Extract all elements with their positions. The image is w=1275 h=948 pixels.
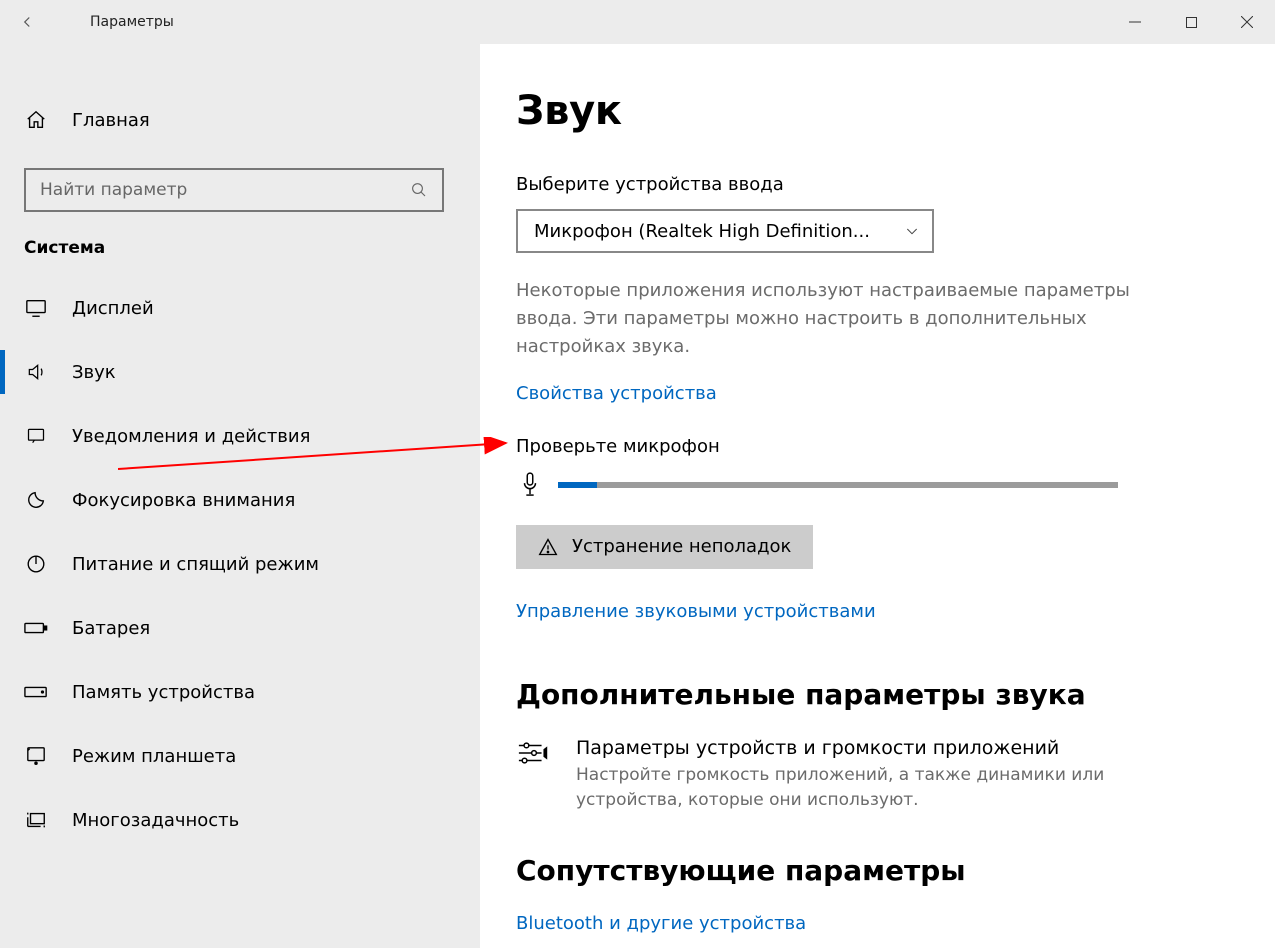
sidebar-item-label: Уведомления и действия <box>72 426 310 447</box>
content-area: Звук Выберите устройства ввода Микрофон … <box>480 44 1275 948</box>
sidebar-item-label: Многозадачность <box>72 810 239 831</box>
chevron-down-icon <box>904 223 920 239</box>
sidebar-item-tablet[interactable]: Режим планшета <box>0 724 480 788</box>
search-icon <box>410 181 428 199</box>
multitask-icon <box>24 810 48 830</box>
search-input[interactable] <box>40 180 410 200</box>
sidebar-item-battery[interactable]: Батарея <box>0 596 480 660</box>
troubleshoot-label: Устранение неполадок <box>572 536 791 557</box>
window-title: Параметры <box>54 14 174 30</box>
battery-icon <box>24 620 48 636</box>
tile-desc: Настройте громкость приложений, а также … <box>576 763 1116 814</box>
input-device-description: Некоторые приложения используют настраив… <box>516 277 1146 361</box>
mic-level-fill <box>558 482 597 488</box>
sidebar-item-label: Память устройства <box>72 682 255 703</box>
maximize-icon <box>1186 17 1197 28</box>
bluetooth-link[interactable]: Bluetooth и другие устройства <box>516 913 806 934</box>
sidebar-item-label: Фокусировка внимания <box>72 490 295 511</box>
sidebar-item-label: Дисплей <box>72 298 154 319</box>
minimize-icon <box>1129 16 1141 28</box>
sidebar-item-focus[interactable]: Фокусировка внимания <box>0 468 480 532</box>
category-label: Система <box>0 238 480 276</box>
arrow-left-icon <box>18 13 36 31</box>
sidebar-item-label: Режим планшета <box>72 746 236 767</box>
manage-sound-devices-link[interactable]: Управление звуковыми устройствами <box>516 601 876 622</box>
warning-icon <box>538 537 558 557</box>
sliders-icon <box>516 737 552 767</box>
sidebar-item-multitask[interactable]: Многозадачность <box>0 788 480 852</box>
home-icon <box>24 109 48 131</box>
search-box[interactable] <box>24 168 444 212</box>
microphone-icon <box>516 471 544 499</box>
sidebar-item-sound[interactable]: Звук <box>0 340 480 404</box>
display-icon <box>24 298 48 318</box>
titlebar: Параметры <box>0 0 1275 44</box>
power-icon <box>24 553 48 575</box>
page-title: Звук <box>516 88 1239 134</box>
close-button[interactable] <box>1219 4 1275 40</box>
app-volume-tile[interactable]: Параметры устройств и громкости приложен… <box>516 737 1239 814</box>
sidebar-item-notifications[interactable]: Уведомления и действия <box>0 404 480 468</box>
select-value: Микрофон (Realtek High Definition... <box>534 221 870 242</box>
tablet-icon <box>24 746 48 766</box>
sidebar-item-storage[interactable]: Память устройства <box>0 660 480 724</box>
input-device-label: Выберите устройства ввода <box>516 174 1239 195</box>
sidebar-item-label: Батарея <box>72 618 150 639</box>
back-button[interactable] <box>0 0 54 44</box>
tile-title: Параметры устройств и громкости приложен… <box>576 737 1116 759</box>
sound-icon <box>24 362 48 382</box>
minimize-button[interactable] <box>1107 4 1163 40</box>
mic-level-bar <box>558 482 1118 488</box>
sidebar-item-power[interactable]: Питание и спящий режим <box>0 532 480 596</box>
input-device-select[interactable]: Микрофон (Realtek High Definition... <box>516 209 934 253</box>
advanced-heading: Дополнительные параметры звука <box>516 678 1239 711</box>
sidebar-item-display[interactable]: Дисплей <box>0 276 480 340</box>
related-heading: Сопутствующие параметры <box>516 854 1239 887</box>
nav-list: Дисплей Звук Уведомления и действия Фоку… <box>0 276 480 852</box>
sidebar-item-label: Звук <box>72 362 116 383</box>
sidebar-item-label: Питание и спящий режим <box>72 554 319 575</box>
storage-icon <box>24 685 48 699</box>
sidebar: Главная Система Дисплей Зв <box>0 44 480 948</box>
troubleshoot-button[interactable]: Устранение неполадок <box>516 525 813 569</box>
notifications-icon <box>24 426 48 446</box>
home-nav[interactable]: Главная <box>0 94 480 146</box>
close-icon <box>1241 16 1253 28</box>
home-label: Главная <box>72 110 150 131</box>
focus-icon <box>24 489 48 511</box>
window-controls <box>1107 4 1275 40</box>
test-mic-label: Проверьте микрофон <box>516 436 1239 457</box>
mic-test-row <box>516 471 1239 499</box>
device-properties-link[interactable]: Свойства устройства <box>516 383 717 404</box>
maximize-button[interactable] <box>1163 4 1219 40</box>
